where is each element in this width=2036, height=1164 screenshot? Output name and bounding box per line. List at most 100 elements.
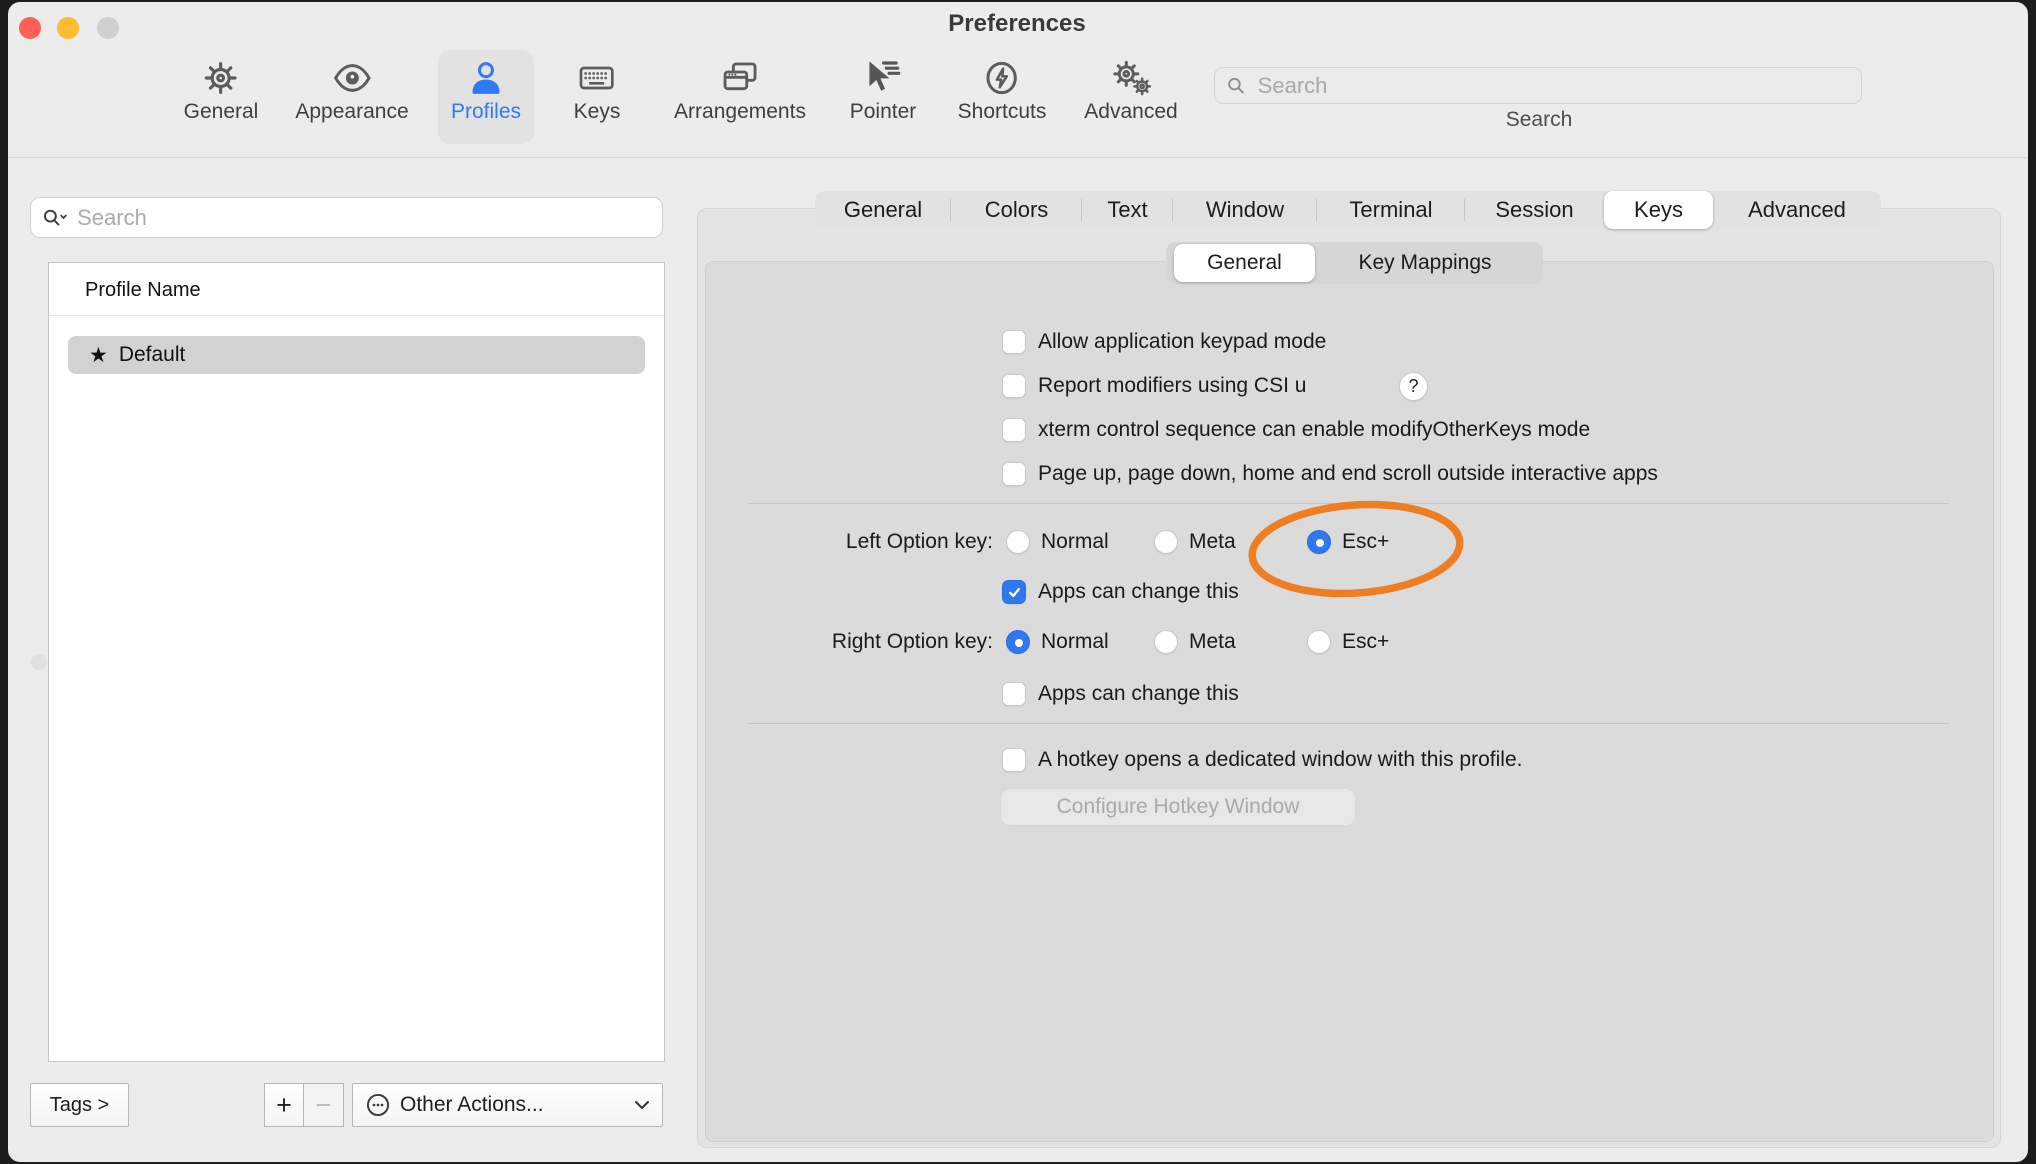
toolbar-search-field[interactable] [1214,67,1862,104]
checkbox-label: Allow application keypad mode [1038,330,1326,354]
radio-left-normal[interactable]: Normal [1006,528,1109,556]
lightning-bolt-icon [958,54,1047,98]
radio-label: Esc+ [1342,630,1389,654]
profile-search-input[interactable] [75,204,652,232]
radio-icon[interactable] [1006,530,1030,554]
other-actions-dropdown[interactable]: Other Actions... [352,1083,663,1127]
radio-left-meta[interactable]: Meta [1154,528,1236,556]
checkbox-row: Report modifiers using CSI u [1002,372,1306,400]
help-button[interactable]: ? [1399,372,1428,401]
toolbar-item-advanced[interactable]: Advanced [1084,54,1177,124]
profile-search-field[interactable] [30,197,663,238]
radio-icon-selected[interactable] [1307,530,1331,554]
radio-label: Esc+ [1342,530,1389,554]
radio-right-meta[interactable]: Meta [1154,628,1236,656]
radio-label: Meta [1189,630,1236,654]
ellipsis-circle-icon [365,1092,391,1118]
checkbox-row: Page up, page down, home and end scroll … [1002,460,1658,488]
tab-general[interactable]: General [815,191,951,229]
subtab-key-mappings[interactable]: Key Mappings [1315,244,1535,282]
minimize-button[interactable] [57,17,79,39]
radio-label: Meta [1189,530,1236,554]
close-button[interactable] [19,17,41,39]
section-divider [748,723,1949,724]
profile-list-header: Profile Name [85,279,201,302]
cursor-icon [850,54,917,98]
toolbar-divider [8,157,2028,158]
checkbox-row: Allow application keypad mode [1002,328,1326,356]
tags-button[interactable]: Tags > [30,1083,129,1127]
radio-left-esc[interactable]: Esc+ [1307,528,1389,556]
toolbar-label: Arrangements [674,100,806,124]
right-option-key-label: Right Option key: [668,628,993,656]
tab-colors[interactable]: Colors [951,191,1082,229]
tab-keys[interactable]: Keys [1604,191,1713,229]
toolbar-label: General [184,100,259,124]
apps-can-change-checkbox-checked[interactable] [1002,580,1026,604]
tab-advanced[interactable]: Advanced [1713,191,1881,229]
profile-name: Default [119,343,186,367]
radio-icon[interactable] [1154,530,1178,554]
csi-u-checkbox[interactable] [1002,374,1026,398]
toolbar-item-arrangements[interactable]: Arrangements [674,54,806,124]
radio-right-esc[interactable]: Esc+ [1307,628,1389,656]
toolbar-item-shortcuts[interactable]: Shortcuts [958,54,1047,124]
tab-text[interactable]: Text [1082,191,1173,229]
toolbar-item-pointer[interactable]: Pointer [850,54,917,124]
window-title: Preferences [948,10,1085,38]
keyboard-icon [574,54,621,98]
check-icon [1007,585,1022,600]
checkbox-label: Report modifiers using CSI u [1038,374,1306,398]
hotkey-checkbox[interactable] [1002,748,1026,772]
zoom-button[interactable] [97,17,119,39]
eye-icon [295,54,408,98]
add-profile-button[interactable]: + [264,1083,304,1127]
add-remove-group: + − [264,1083,344,1127]
profile-row-default[interactable]: ★ Default [68,336,645,374]
toolbar-label: Advanced [1084,100,1177,124]
page-scroll-checkbox[interactable] [1002,462,1026,486]
preferences-window: Preferences General Appearance [8,2,2028,1162]
modify-other-keys-checkbox[interactable] [1002,418,1026,442]
toolbar-item-profiles[interactable]: Profiles [451,54,521,124]
hotkey-row: A hotkey opens a dedicated window with t… [1002,746,1522,774]
tab-session[interactable]: Session [1465,191,1604,229]
checkbox-label: A hotkey opens a dedicated window with t… [1038,748,1522,772]
search-with-chevron-icon [41,206,69,230]
keys-subtabs: General Key Mappings [1166,242,1543,284]
toolbar-item-keys[interactable]: Keys [574,54,621,124]
toolbar-label: Shortcuts [958,100,1047,124]
configure-hotkey-window-button[interactable]: Configure Hotkey Window [1000,788,1356,826]
radio-icon-selected[interactable] [1006,630,1030,654]
left-apps-can-change-row: Apps can change this [1002,578,1239,606]
toolbar-label: Pointer [850,100,917,124]
radio-icon[interactable] [1154,630,1178,654]
toolbar-item-appearance[interactable]: Appearance [295,54,408,124]
toolbar-label: Profiles [451,100,521,124]
remove-profile-button[interactable]: − [304,1083,344,1127]
radio-right-normal[interactable]: Normal [1006,628,1109,656]
person-icon [451,54,521,98]
checkbox-label: Apps can change this [1038,682,1239,706]
apps-can-change-checkbox[interactable] [1002,682,1026,706]
checkbox-label: Page up, page down, home and end scroll … [1038,462,1658,486]
profile-section-tabs: General Colors Text Window Terminal Sess… [815,191,1881,229]
allow-keypad-checkbox[interactable] [1002,330,1026,354]
search-icon [1225,74,1248,98]
subtab-general[interactable]: General [1174,244,1315,282]
gear-icon [184,54,259,98]
radio-icon[interactable] [1307,630,1331,654]
checkbox-label: xterm control sequence can enable modify… [1038,418,1590,442]
toolbar-search-caption: Search [1506,108,1573,132]
tab-terminal[interactable]: Terminal [1317,191,1465,229]
windows-icon [674,54,806,98]
toolbar-search-input[interactable] [1256,72,1851,100]
left-option-key-label: Left Option key: [668,528,993,556]
list-header-divider [49,315,664,316]
checkbox-label: Apps can change this [1038,580,1239,604]
toolbar-label: Appearance [295,100,408,124]
splitter-handle[interactable] [31,654,47,670]
star-icon: ★ [89,343,108,368]
tab-window[interactable]: Window [1173,191,1317,229]
toolbar-item-general[interactable]: General [184,54,259,124]
